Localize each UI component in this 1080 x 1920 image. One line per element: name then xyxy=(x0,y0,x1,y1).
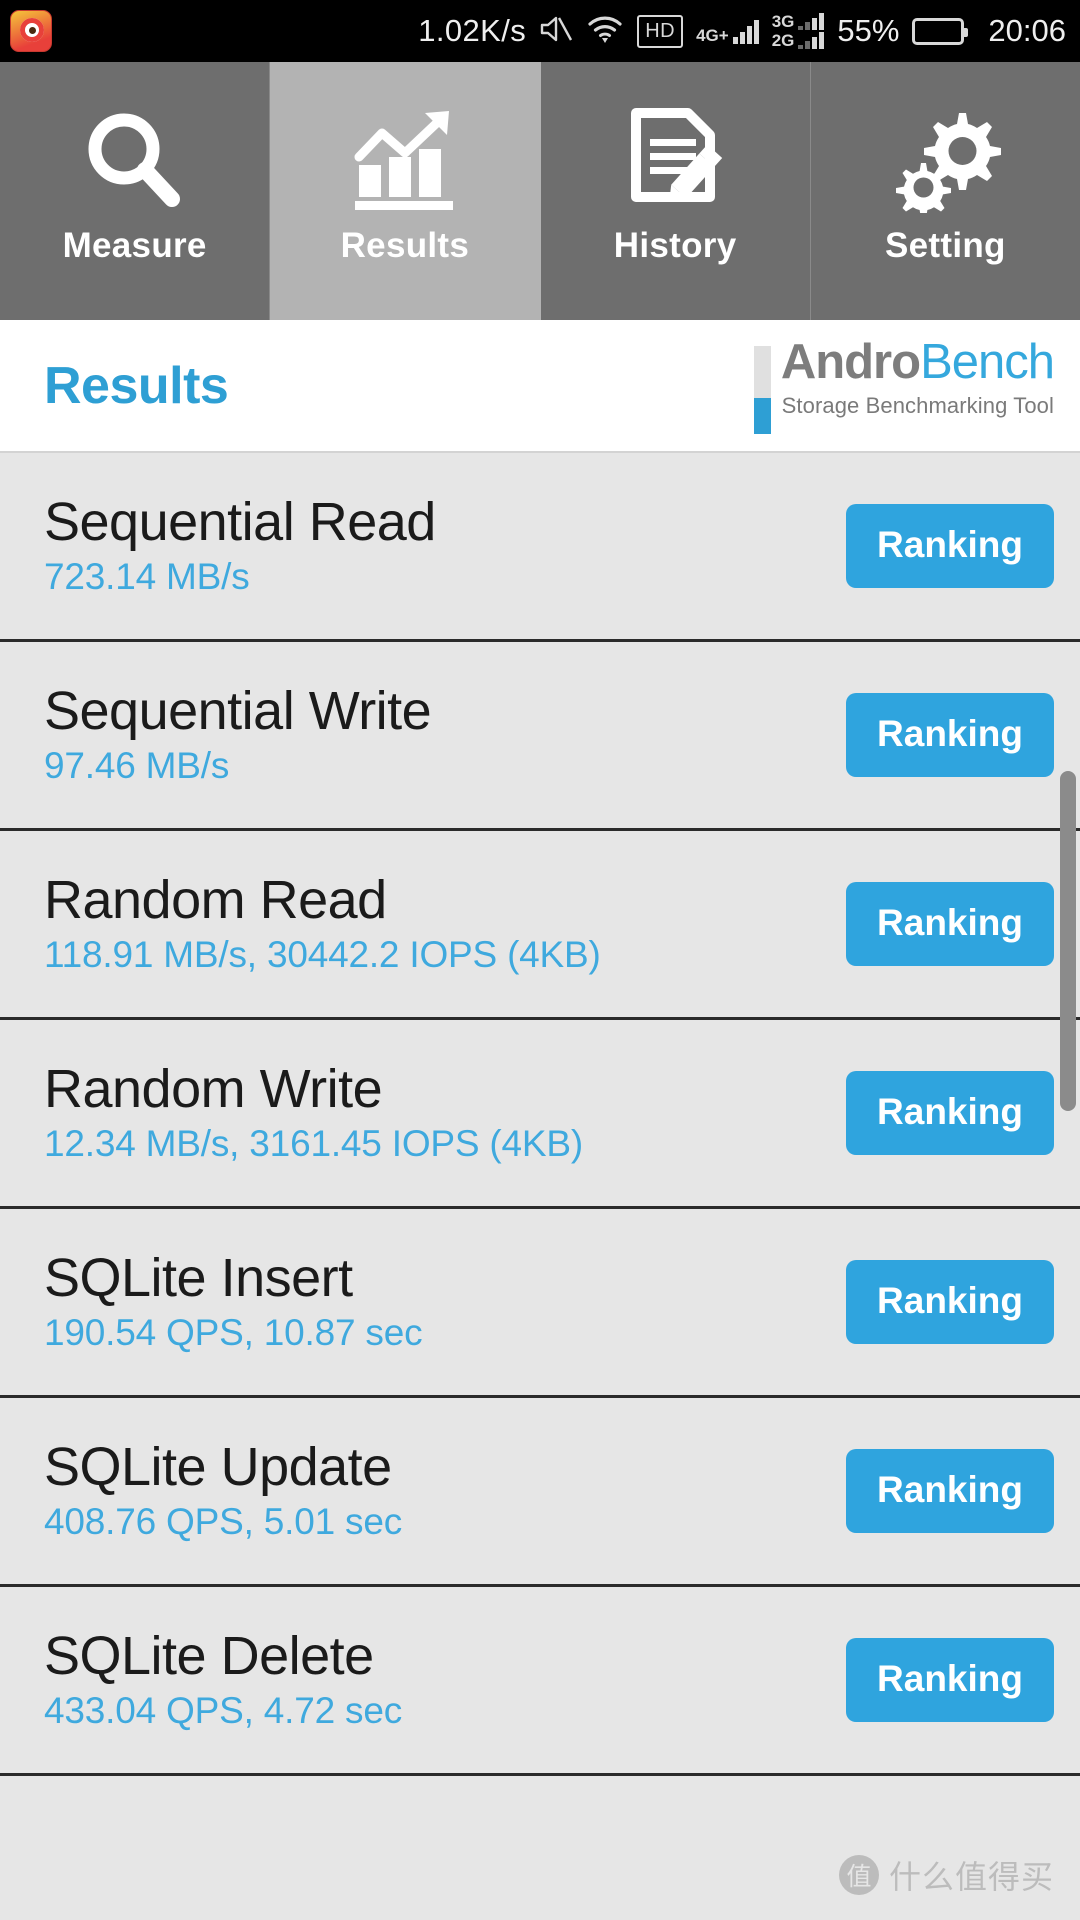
table-row[interactable]: Random Read 118.91 MB/s, 30442.2 IOPS (4… xyxy=(0,831,1080,1020)
tab-history[interactable]: History xyxy=(540,62,811,320)
ranking-button[interactable]: Ranking xyxy=(846,1449,1054,1533)
ranking-button[interactable]: Ranking xyxy=(846,1638,1054,1722)
result-title: SQLite Update xyxy=(44,1437,392,1498)
document-pencil-icon xyxy=(622,100,728,220)
tab-results-label: Results xyxy=(340,226,470,265)
result-text-block: SQLite Insert 190.54 QPS, 10.87 sec xyxy=(44,1250,846,1353)
table-row[interactable]: Sequential Read 723.14 MB/s Ranking xyxy=(0,453,1080,642)
result-value: 118.91 MB/s, 30442.2 IOPS (4KB) xyxy=(44,934,601,975)
logo-bench-text: Bench xyxy=(920,334,1055,389)
result-text-block: SQLite Update 408.76 QPS, 5.01 sec xyxy=(44,1439,846,1542)
result-title: Random Read xyxy=(44,870,387,931)
hd-icon: HD xyxy=(637,14,684,48)
vertical-scrollbar[interactable] xyxy=(1060,771,1076,1111)
weibo-app-icon xyxy=(10,10,52,52)
result-text-block: Sequential Read 723.14 MB/s xyxy=(44,494,846,597)
magnifier-icon xyxy=(82,100,188,220)
clock-label: 20:06 xyxy=(988,13,1066,48)
battery-percent-label: 55% xyxy=(837,13,900,48)
mute-icon xyxy=(539,14,573,49)
ranking-button[interactable]: Ranking xyxy=(846,882,1054,966)
result-value: 433.04 QPS, 4.72 sec xyxy=(44,1690,403,1731)
result-title: Sequential Read xyxy=(44,492,436,553)
sim2-signal-bars-bottom xyxy=(798,32,825,49)
ranking-button[interactable]: Ranking xyxy=(846,504,1054,588)
table-row[interactable]: Sequential Write 97.46 MB/s Ranking xyxy=(0,642,1080,831)
watermark-text: 什么值得买 xyxy=(888,1858,1054,1896)
tab-setting-label: Setting xyxy=(885,226,1006,265)
result-value: 408.76 QPS, 5.01 sec xyxy=(44,1501,403,1542)
result-value: 723.14 MB/s xyxy=(44,556,250,597)
sim1-signal-icon: 4G+ xyxy=(696,18,759,44)
logo-tagline: Storage Benchmarking Tool xyxy=(781,392,1054,418)
sim2-signal-bars-top xyxy=(798,13,825,30)
results-list: Sequential Read 723.14 MB/s Ranking Sequ… xyxy=(0,453,1080,1920)
page-title: Results xyxy=(44,356,229,415)
result-title: Sequential Write xyxy=(44,681,432,742)
table-row[interactable]: Random Write 12.34 MB/s, 3161.45 IOPS (4… xyxy=(0,1020,1080,1209)
logo-andro-text: Andro xyxy=(780,334,921,389)
tab-results[interactable]: Results xyxy=(270,62,541,320)
table-row[interactable]: SQLite Insert 190.54 QPS, 10.87 sec Rank… xyxy=(0,1209,1080,1398)
androbench-logo: AndroBench Storage Benchmarking Tool xyxy=(753,334,1055,434)
result-value: 12.34 MB/s, 3161.45 IOPS (4KB) xyxy=(44,1123,584,1164)
status-bar-indicators: 1.02K/s HD 4G+ 3G 2G 55% 20:06 xyxy=(418,13,1066,50)
ranking-button[interactable]: Ranking xyxy=(846,693,1054,777)
sim1-network-label: 4G+ xyxy=(696,26,729,45)
result-text-block: Random Read 118.91 MB/s, 30442.2 IOPS (4… xyxy=(44,872,846,975)
sim2-network-label-top: 3G xyxy=(771,12,795,31)
bar-chart-icon xyxy=(349,100,461,220)
smzdm-logo-icon: 值 xyxy=(838,1855,879,1895)
watermark: 值 什么值得买 xyxy=(838,1852,1054,1898)
battery-icon xyxy=(912,17,969,45)
tab-bar: Measure Results History Setting xyxy=(0,62,1080,320)
result-title: SQLite Delete xyxy=(44,1626,374,1687)
status-bar: 1.02K/s HD 4G+ 3G 2G 55% 20:06 xyxy=(0,0,1080,62)
gears-icon xyxy=(887,100,1003,220)
sim2-network-label-bottom: 2G xyxy=(771,31,795,50)
logo-wordmark: AndroBench xyxy=(780,334,1055,389)
result-value: 190.54 QPS, 10.87 sec xyxy=(44,1312,423,1353)
tab-history-label: History xyxy=(613,226,737,265)
result-value: 97.46 MB/s xyxy=(44,745,230,786)
result-title: Random Write xyxy=(44,1059,383,1120)
ranking-button[interactable]: Ranking xyxy=(846,1260,1054,1344)
logo-text: AndroBench Storage Benchmarking Tool xyxy=(780,334,1055,419)
logo-bars-icon xyxy=(753,345,771,434)
tab-measure-label: Measure xyxy=(62,226,207,265)
tab-setting[interactable]: Setting xyxy=(810,62,1080,320)
sim1-signal-bars xyxy=(732,18,759,44)
table-row[interactable]: SQLite Delete 433.04 QPS, 4.72 sec Ranki… xyxy=(0,1587,1080,1776)
sim2-signal-icon: 3G 2G xyxy=(772,13,825,49)
result-text-block: Sequential Write 97.46 MB/s xyxy=(44,683,846,786)
ranking-button[interactable]: Ranking xyxy=(846,1071,1054,1155)
tab-measure[interactable]: Measure xyxy=(0,62,271,320)
table-row[interactable]: SQLite Update 408.76 QPS, 5.01 sec Ranki… xyxy=(0,1398,1080,1587)
result-text-block: Random Write 12.34 MB/s, 3161.45 IOPS (4… xyxy=(44,1061,846,1164)
result-text-block: SQLite Delete 433.04 QPS, 4.72 sec xyxy=(44,1628,846,1731)
network-speed-label: 1.02K/s xyxy=(418,13,527,48)
wifi-icon xyxy=(586,13,624,50)
result-title: SQLite Insert xyxy=(44,1248,353,1309)
page-header: Results AndroBench Storage Benchmarking … xyxy=(0,320,1080,453)
